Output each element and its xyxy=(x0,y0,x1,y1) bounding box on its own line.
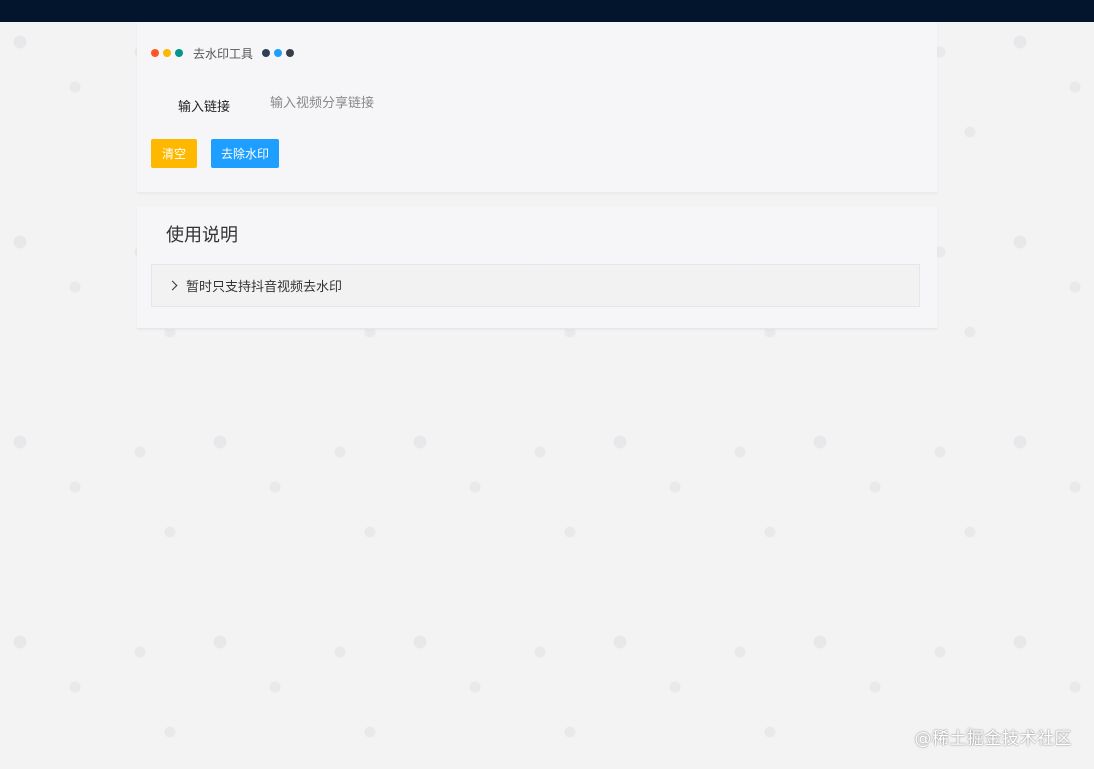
dot-icon xyxy=(163,49,171,57)
help-collapse-item[interactable]: 暂时只支持抖音视频去水印 xyxy=(151,264,920,307)
tool-title: 去水印工具 xyxy=(193,46,254,61)
remove-watermark-button[interactable]: 去除水印 xyxy=(211,139,279,168)
top-bar xyxy=(0,0,1094,22)
link-input[interactable] xyxy=(264,90,836,116)
help-item-label: 暂时只支持抖音视频去水印 xyxy=(186,280,343,295)
clear-button[interactable]: 清空 xyxy=(151,139,197,168)
chevron-right-icon xyxy=(167,280,178,291)
dot-icon xyxy=(175,49,183,57)
help-title: 使用说明 xyxy=(166,225,238,246)
dot-icon xyxy=(286,49,295,57)
site-watermark: @稀土掘金技术社区 xyxy=(914,729,1072,749)
dot-icon xyxy=(274,49,283,57)
tool-title-row: 去水印工具 xyxy=(151,44,298,62)
dot-icon xyxy=(151,49,159,57)
input-label: 输入链接 xyxy=(178,100,231,115)
dot-icon xyxy=(262,49,271,57)
